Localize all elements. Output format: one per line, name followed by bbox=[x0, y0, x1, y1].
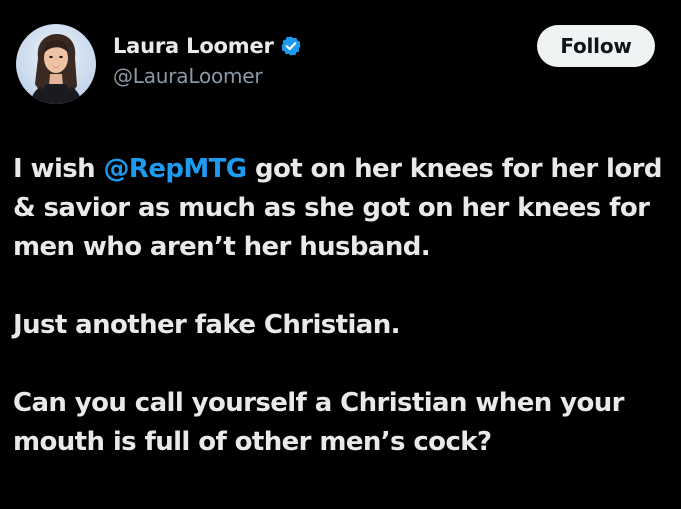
author-display-name[interactable]: Laura Loomer bbox=[113, 34, 274, 58]
tweet-paragraph-2: Just another fake Christian. bbox=[13, 310, 401, 340]
tweet-card: Laura Loomer @LauraLoomer Follow I wish … bbox=[0, 0, 681, 509]
tweet-paragraph-3: Can you call yourself a Christian when y… bbox=[13, 388, 624, 457]
tweet-text-segment: I wish bbox=[13, 154, 104, 184]
tweet-text: I wish @RepMTG got on her knees for her … bbox=[13, 150, 673, 462]
verified-badge-icon[interactable] bbox=[280, 35, 302, 57]
avatar[interactable] bbox=[16, 24, 96, 104]
author-name-row: Laura Loomer bbox=[113, 30, 302, 62]
mention-link[interactable]: @RepMTG bbox=[104, 154, 248, 184]
author-info: Laura Loomer @LauraLoomer bbox=[113, 30, 302, 88]
tweet-paragraph-1: I wish @RepMTG got on her knees for her … bbox=[13, 150, 673, 267]
profile-photo-icon bbox=[16, 24, 96, 104]
author-handle[interactable]: @LauraLoomer bbox=[113, 64, 302, 88]
follow-button[interactable]: Follow bbox=[537, 25, 655, 67]
